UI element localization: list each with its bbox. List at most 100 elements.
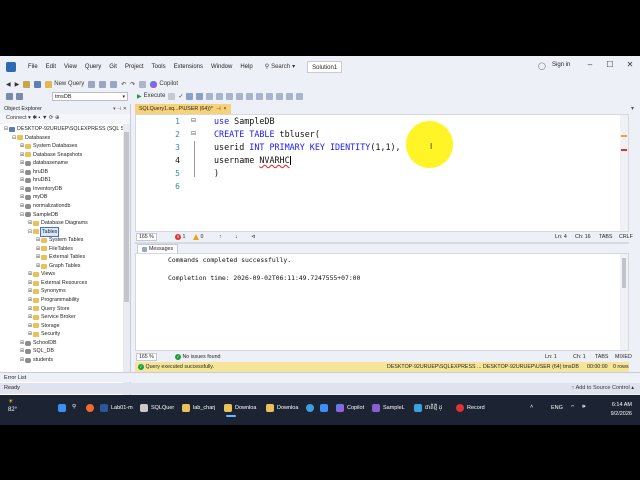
- collapse-icon[interactable]: ⊟: [191, 117, 196, 124]
- tree-node[interactable]: ⊟ Databases: [11, 134, 50, 143]
- menu-tools[interactable]: Tools: [148, 56, 170, 78]
- tree-node[interactable]: ⊞ FileTables: [35, 245, 73, 254]
- tree-node[interactable]: ⊞ Programmability: [27, 296, 79, 305]
- tab-list-icon[interactable]: ▾: [631, 105, 634, 112]
- menu-help[interactable]: Help: [236, 56, 256, 78]
- taskbar-app[interactable]: ជាតិថ្មី ដ្: [414, 404, 442, 412]
- actual-plan-icon[interactable]: [216, 92, 224, 100]
- query-options-icon[interactable]: [196, 92, 204, 100]
- panel-controls[interactable]: ▾ ⊣ ✕: [113, 104, 127, 114]
- estimated-plan-icon[interactable]: [186, 92, 194, 100]
- tree-node[interactable]: ⊞ External Resources: [27, 279, 87, 288]
- menu-query[interactable]: Query: [81, 56, 105, 78]
- query-editor[interactable]: 1 2 3 4 5 6 ⊟ ⊟ use SampleDB CREATE TABL…: [135, 114, 629, 232]
- new-query-button[interactable]: New Query: [45, 80, 84, 88]
- tree-node[interactable]: ⊞ myDB: [19, 193, 48, 202]
- tree-node[interactable]: ⊞ Views: [27, 270, 55, 279]
- taskbar-app[interactable]: Downloa: [266, 404, 298, 412]
- taskbar-app[interactable]: Record: [456, 404, 485, 412]
- results-file-icon[interactable]: [256, 92, 264, 100]
- tree-node[interactable]: ⊞ Database Diagrams: [27, 219, 88, 228]
- editor-zoom-select[interactable]: 165 %: [136, 233, 157, 241]
- pin-icon[interactable]: ⊣: [216, 104, 221, 114]
- clock[interactable]: 6:14 AM 9/2/2026: [611, 401, 632, 419]
- tree-node[interactable]: ⊞ Security: [27, 330, 60, 339]
- tree-node[interactable]: ⊞ Synonyms: [27, 287, 66, 296]
- database-select[interactable]: tmsDB: [52, 91, 128, 101]
- search-box[interactable]: ⚲ Search ▾: [261, 61, 299, 73]
- messages-pane[interactable]: Commands completed successfully. Complet…: [135, 253, 629, 351]
- weather-widget[interactable]: ☀ 82°: [8, 398, 17, 414]
- tree-node[interactable]: ⊞ Storage: [27, 322, 60, 331]
- tree-node[interactable]: ⊞ SQL_DB: [19, 347, 54, 356]
- scrollbar-thumb[interactable]: [622, 258, 626, 288]
- tree-node[interactable]: ⊞ normalizationdb: [19, 202, 71, 211]
- tree-node[interactable]: ⊞ databasename: [19, 159, 68, 168]
- taskbar-app[interactable]: Lab01-m: [100, 404, 133, 412]
- refresh-icon[interactable]: ✱ ▪ ▼ ⟳ ⊕: [32, 115, 59, 121]
- results-text-icon[interactable]: [246, 92, 254, 100]
- connect-icon[interactable]: [6, 92, 13, 100]
- minimize-icon[interactable]: –: [584, 60, 596, 69]
- warning-count[interactable]: 0: [193, 232, 203, 242]
- error-list-tab[interactable]: Error List: [0, 372, 640, 382]
- tree-node[interactable]: ⊞ External Tables: [35, 253, 85, 262]
- tree-node[interactable]: ⊞ Service Broker: [27, 313, 76, 322]
- taskbar-app[interactable]: [320, 404, 328, 412]
- menu-extensions[interactable]: Extensions: [170, 56, 207, 78]
- menu-git[interactable]: Git: [105, 56, 121, 78]
- statistics-icon[interactable]: [226, 92, 234, 100]
- tree-node[interactable]: ⊟ DESKTOP-92URUEP\SQLEXPRESS (SQL Se: [3, 125, 124, 134]
- collapse-icon[interactable]: ⊟: [191, 130, 196, 137]
- chevron-down-icon[interactable]: ▾: [28, 115, 31, 121]
- taskbar-app[interactable]: SQLQuer: [140, 404, 174, 412]
- tree-node[interactable]: ⊞ Database Snapshots: [19, 151, 82, 160]
- scrollbar-thumb[interactable]: [124, 132, 129, 302]
- tree-node[interactable]: ⊞ Query Store: [27, 305, 70, 314]
- filter-icon[interactable]: ⊲: [251, 232, 255, 242]
- tree-node[interactable]: ⊞ SchoolDB: [19, 339, 57, 348]
- tree-node[interactable]: ⊟ SampleDB: [19, 211, 58, 220]
- open-folder-icon[interactable]: [23, 80, 31, 88]
- maximize-icon[interactable]: ☐: [604, 60, 616, 69]
- tree-node[interactable]: ⊟ Tables: [27, 226, 60, 238]
- results-zoom-select[interactable]: 165 %: [136, 353, 157, 361]
- comment-icon[interactable]: [266, 92, 274, 100]
- uncomment-icon[interactable]: [276, 92, 284, 100]
- close-tab-icon[interactable]: ×: [224, 104, 227, 114]
- tree-node[interactable]: ⊞ hruDB: [19, 168, 48, 177]
- sign-in-link[interactable]: Sign in: [552, 62, 570, 68]
- prev-issue-icon[interactable]: ↑: [219, 232, 222, 242]
- query-icon[interactable]: [110, 80, 118, 88]
- connect-button[interactable]: Connect: [6, 115, 27, 121]
- redo-icon[interactable]: ↷: [130, 81, 135, 88]
- language-indicator[interactable]: ENG: [551, 405, 563, 411]
- menu-view[interactable]: View: [60, 56, 81, 78]
- tab-messages[interactable]: Messages: [137, 244, 179, 253]
- tree-node[interactable]: ⊞ hruDB1: [19, 176, 51, 185]
- indent-icon[interactable]: [286, 92, 294, 100]
- editor-scrollbar[interactable]: [620, 115, 628, 231]
- results-grid-icon[interactable]: [236, 92, 244, 100]
- outdent-icon[interactable]: [296, 92, 304, 100]
- taskbar-app[interactable]: SampleL: [372, 404, 405, 412]
- network-icon[interactable]: ⌔: [570, 404, 575, 411]
- back-icon[interactable]: ◀: [6, 81, 11, 88]
- volume-icon[interactable]: 🕪: [582, 404, 585, 411]
- search-icon[interactable]: ⚲: [72, 404, 76, 410]
- solution-name[interactable]: Solution1: [307, 61, 343, 73]
- next-issue-icon[interactable]: ↓: [235, 232, 238, 242]
- add-to-source-control[interactable]: ↑ Add to Source Control ▴: [572, 383, 634, 394]
- tree-node[interactable]: ⊞ students: [19, 356, 53, 365]
- browser-icon[interactable]: [86, 404, 94, 412]
- tree-node[interactable]: ⊞ System Databases: [19, 142, 78, 151]
- menu-file[interactable]: File: [24, 56, 42, 78]
- tab-sqlquery1[interactable]: SQLQuery1.sq...P\USER (64))* ⊣ ×: [135, 104, 231, 114]
- stop-icon[interactable]: [168, 92, 176, 100]
- tray-chevron-icon[interactable]: ˄: [530, 404, 533, 410]
- taskbar-app[interactable]: Downloa: [224, 404, 256, 417]
- error-count[interactable]: ✕ 1: [175, 232, 185, 242]
- undo-icon[interactable]: ↶: [121, 81, 126, 88]
- query-icon[interactable]: [88, 80, 96, 88]
- taskbar-app[interactable]: lab_charj: [182, 404, 215, 412]
